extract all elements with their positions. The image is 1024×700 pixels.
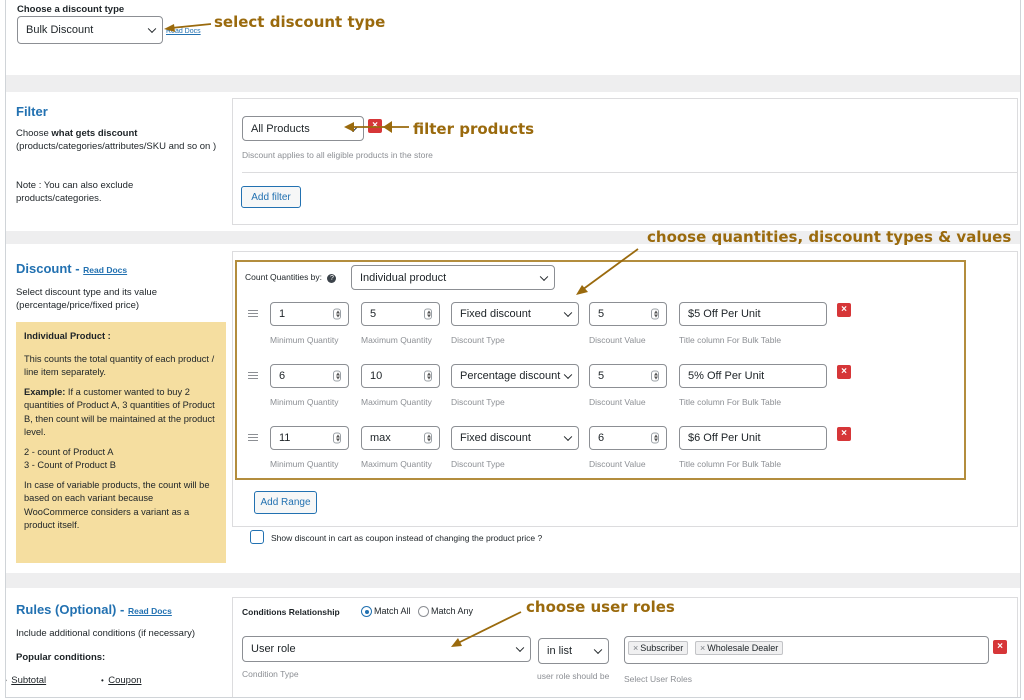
arrow-line (581, 248, 639, 291)
rule-editor-frame: Choose a discount type Bulk Discount Rea… (5, 0, 1021, 698)
arrow-head-icon (344, 122, 354, 132)
arrow-head-icon (164, 24, 175, 32)
arrow-line (170, 23, 212, 29)
annotation-arrows (164, 23, 639, 647)
arrow-head-icon (383, 121, 392, 133)
arrow-line (457, 611, 522, 644)
